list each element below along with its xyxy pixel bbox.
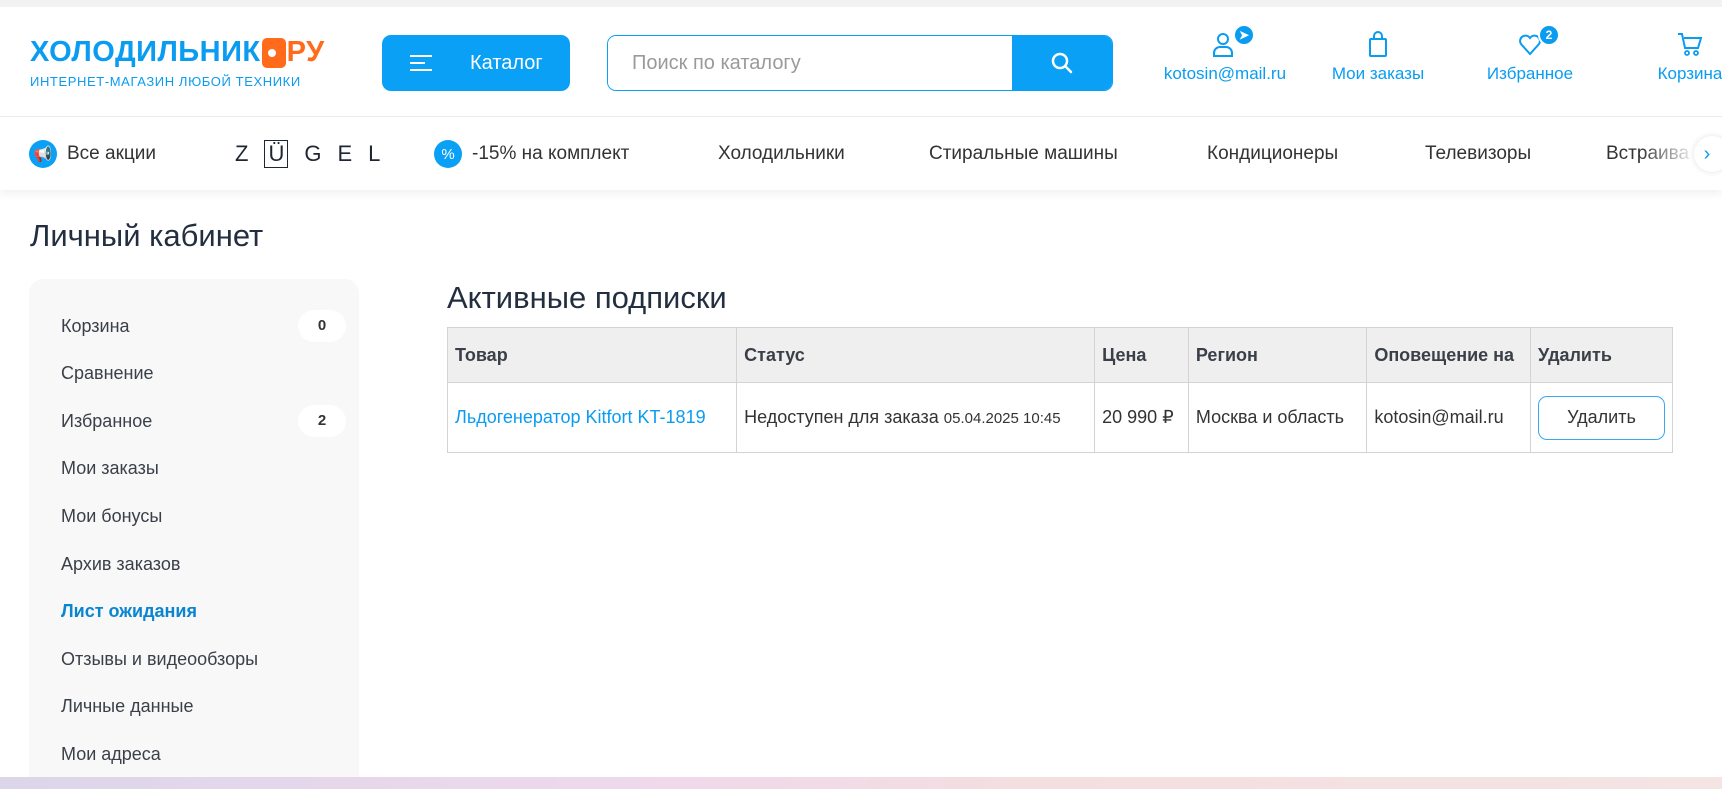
status-date: 05.04.2025 10:45 [943,410,1061,427]
nav-label: Все акции [67,143,157,164]
account-label: kotosin@mail.ru [1163,64,1287,83]
sidebar-item-label: Мои заказы [61,458,159,479]
product-link[interactable]: Льдогенератор Kitfort KT-1819 [455,407,706,427]
logo[interactable]: ХОЛОДИЛЬНИК РУ ИНТЕРНЕТ-МАГАЗИН ЛЮБОЙ ТЕХ… [30,36,325,89]
top-strip [0,0,1722,7]
column-header: Цена [1094,327,1189,383]
brand-letter: Z [235,141,265,166]
percent-icon: % [434,140,462,168]
sidebar-item-count: 0 [298,310,346,342]
sidebar-item-label: Лист ожидания [61,601,197,622]
column-header: Статус [736,327,1096,383]
section-title: Активные подписки [447,280,727,315]
sidebar-item[interactable]: Лист ожидания [61,596,346,628]
sidebar-item-label: Отзывы и видеообзоры [61,648,259,669]
search-icon [1051,52,1073,74]
orders-label: Мои заказы [1331,64,1425,83]
megaphone-icon: 📢 [29,140,57,168]
price: 20 990 ₽ [1094,382,1189,453]
table-row: Льдогенератор Kitfort KT-1819 Недоступен… [446,382,1673,453]
sidebar-item-label: Избранное [61,410,153,431]
favorites-label: Избранное [1486,64,1574,83]
nav-brand-zugel[interactable]: Z Ü GEL [235,118,396,190]
favorites-link[interactable]: 2 Избранное [1455,24,1605,84]
logo-dot-icon [261,37,286,68]
subscriptions-table: Товар Статус Цена Регион Оповещение на У… [446,327,1673,453]
sidebar-item-label: Личные данные [61,696,194,717]
nav-all-promos[interactable]: 📢 Все акции [29,118,156,190]
nav-fridges[interactable]: Холодильники [718,118,845,190]
search-input[interactable] [608,36,1012,90]
column-header: Удалить [1530,327,1673,383]
shopping-bag-icon [1369,31,1387,57]
sidebar-item[interactable]: Архив заказов [61,548,346,580]
sidebar-item-label: Мои адреса [61,743,161,764]
sidebar-item-label: Архив заказов [61,553,181,574]
brand-letters: GEL [304,141,397,166]
logo-text: ХОЛОДИЛЬНИК [30,36,261,68]
catalog-button[interactable]: Каталог [382,35,570,91]
table-header-row: Товар Статус Цена Регион Оповещение на У… [446,327,1673,383]
chevron-right-icon[interactable]: › [1694,136,1722,172]
nav-discount[interactable]: % -15% на комплект [434,118,629,190]
os-taskbar [0,777,1722,789]
menu-icon [410,50,432,76]
sidebar-item[interactable]: Сравнение [61,358,346,390]
account-link[interactable]: ➤ kotosin@mail.ru [1150,24,1300,84]
sidebar-item[interactable]: Мои бонусы [61,500,346,532]
page-title: Личный кабинет [30,218,264,253]
sidebar-item[interactable]: Отзывы и видеообзоры [61,643,346,675]
search-button[interactable] [1012,36,1112,90]
status-text: Недоступен для заказа [744,407,939,427]
sidebar-item[interactable]: Избранное 2 [61,405,346,438]
column-header: Товар [446,327,738,383]
nav-tvs[interactable]: Телевизоры [1425,118,1531,190]
region: Москва и область [1187,382,1368,453]
sidebar-item[interactable]: Корзина 0 [61,310,346,342]
sidebar-item[interactable]: Личные данные [61,691,346,723]
notify-email: kotosin@mail.ru [1366,382,1531,453]
orders-link[interactable]: Мои заказы [1303,30,1453,84]
nav-washing-machines[interactable]: Стиральные машины [929,118,1118,190]
logo-tagline: ИНТЕРНЕТ-МАГАЗИН ЛЮБОЙ ТЕХНИКИ [30,74,301,89]
catalog-label: Каталог [470,51,543,74]
favorites-badge: 2 [1538,24,1560,46]
nav-air-conditioners[interactable]: Кондиционеры [1207,118,1338,190]
cart-icon [1678,33,1703,56]
sidebar-item-count: 2 [298,405,346,438]
column-header: Оповещение на [1366,327,1531,383]
column-header: Регион [1187,327,1368,383]
telegram-badge-icon: ➤ [1233,24,1255,46]
cart-label: Корзина [1657,64,1722,83]
sidebar-item[interactable]: Мои заказы [61,453,346,485]
category-nav: 📢 Все акции Z Ü GEL % -15% на комплект Холод… [0,118,1722,190]
delete-button[interactable]: Удалить [1538,395,1665,440]
search-bar [607,35,1113,91]
sidebar-item-label: Корзина [61,315,130,336]
brand-letter: Ü [264,140,289,168]
sidebar-item-label: Мои бонусы [61,505,163,526]
sidebar-item-label: Сравнение [61,363,154,384]
nav-label: -15% на комплект [472,143,630,164]
sidebar-item[interactable]: Мои адреса [61,738,346,770]
cart-link[interactable]: Корзина [1615,30,1722,84]
logo-ru: РУ [286,36,325,68]
